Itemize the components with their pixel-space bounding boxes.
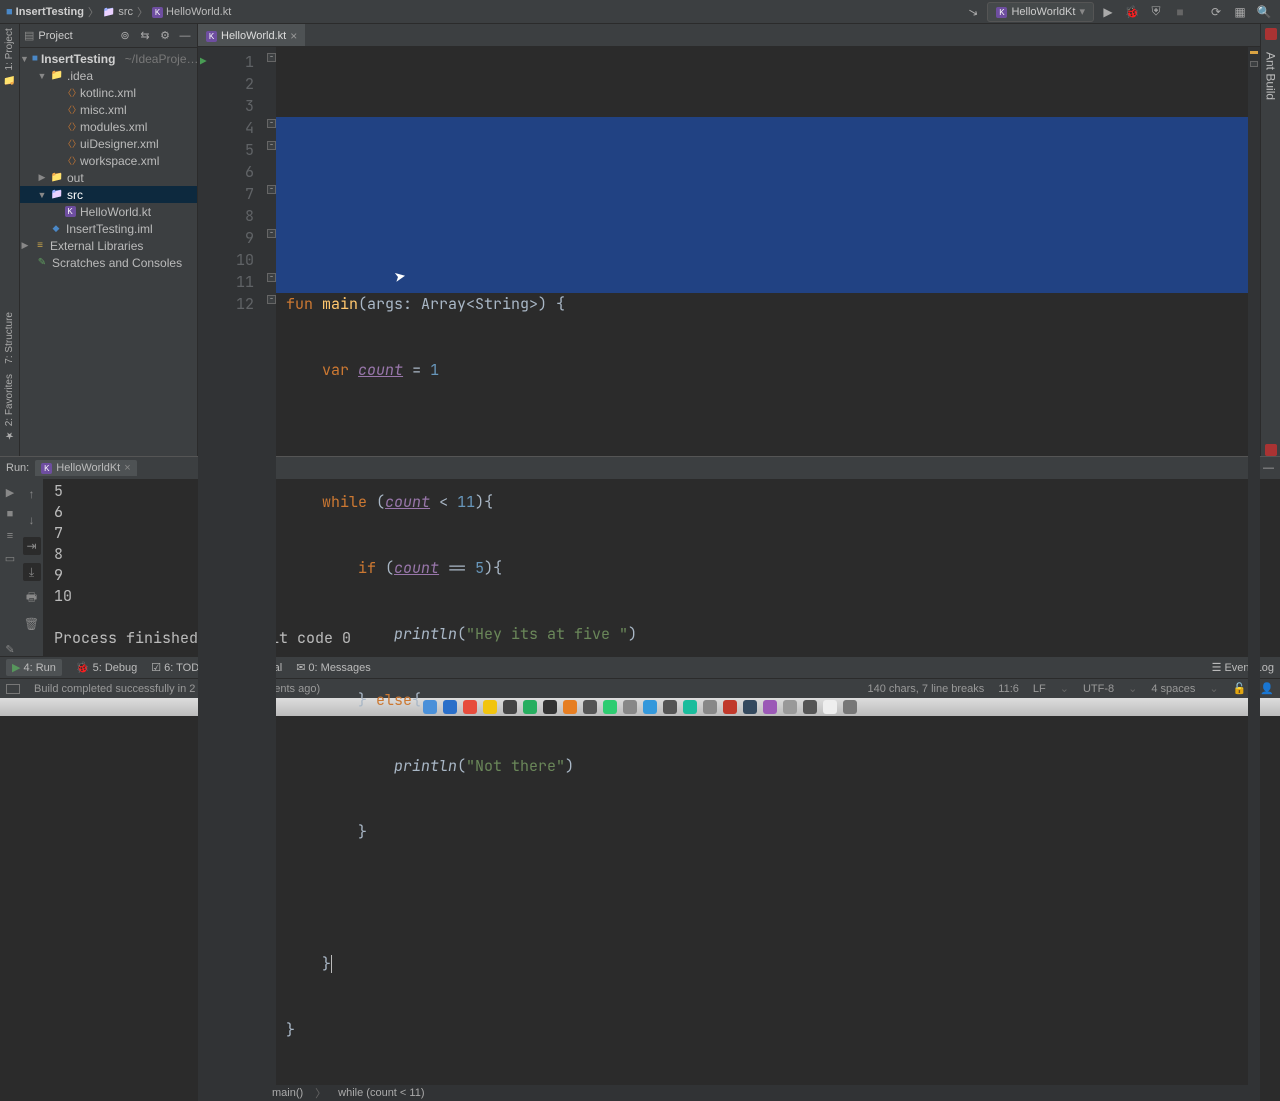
rerun-button[interactable]: ▶	[3, 485, 17, 499]
build-icon[interactable]: ↘	[961, 0, 985, 24]
breadcrumb[interactable]: InsertTesting 〉 src 〉 HelloWorld.kt	[6, 4, 231, 20]
gutter-folding[interactable]: - - - - - - -	[262, 47, 276, 1085]
down-button[interactable]: ↓	[23, 511, 41, 529]
ant-build-button[interactable]: Ant Build	[1264, 52, 1278, 100]
project-tool-header: ▤ Project ⊚ ⇆ ⚙ —	[20, 24, 197, 48]
close-icon[interactable]: ×	[290, 29, 297, 43]
hector-icon[interactable]: 👤	[1260, 682, 1274, 695]
line-numbers: 123 456 789 101112	[216, 47, 262, 1085]
run-label: Run:	[6, 462, 29, 474]
ide-settings-button[interactable]: ▦	[1230, 2, 1250, 22]
soft-wrap-button[interactable]: ⇥	[23, 537, 41, 555]
search-everywhere-button[interactable]: 🔍	[1254, 2, 1274, 22]
breadcrumb-folder[interactable]: src	[118, 6, 133, 18]
coverage-button[interactable]: ⛨	[1146, 2, 1166, 22]
stop-button[interactable]: ■	[1170, 2, 1190, 22]
code-content[interactable]: fun main(args: Array<String>) { var coun…	[276, 47, 1248, 1085]
tree-node-helloworld: HelloWorld.kt	[20, 203, 197, 220]
minimize-icon[interactable]: —	[1263, 462, 1274, 474]
select-opened-file-icon[interactable]: ⊚	[117, 28, 133, 44]
settings-icon[interactable]: ⚙	[157, 28, 173, 44]
run-actions-2: ↑ ↓ ⇥ ⤓ 🖶 🗑	[20, 479, 44, 656]
run-config-selector[interactable]: HelloWorldKt▾	[987, 2, 1094, 22]
right-tool-stripe: Ant Build	[1260, 24, 1280, 456]
toggle-toolwindows-icon[interactable]	[6, 684, 20, 694]
toolbar: ↘ HelloWorldKt▾ ▶ 🐞 ⛨ ■ ⟳ ▦ 🔍	[963, 2, 1274, 22]
collapse-icon[interactable]: —	[177, 28, 193, 44]
clear-button[interactable]: 🗑	[23, 615, 41, 633]
editor-area: HelloWorld.kt× ▶ 123 456 789 101112 - - …	[198, 24, 1260, 456]
scroll-to-end-button[interactable]: ⤓	[23, 563, 41, 581]
update-button[interactable]: ⟳	[1206, 2, 1226, 22]
maven-icon[interactable]	[1265, 28, 1277, 40]
breadcrumb-file[interactable]: HelloWorld.kt	[166, 6, 231, 18]
dump-button[interactable]: ≡	[3, 529, 17, 543]
project-title[interactable]: Project	[38, 30, 113, 42]
tree-node-src: ▼src	[20, 186, 197, 203]
main-split: 📁1: Project 7: Structure ★2: Favorites ▤…	[0, 24, 1280, 456]
print-button[interactable]: 🖶	[23, 589, 41, 607]
error-stripe[interactable]	[1248, 47, 1260, 1085]
navigation-bar: InsertTesting 〉 src 〉 HelloWorld.kt ↘ He…	[0, 0, 1280, 24]
structure-tool-button[interactable]: 7: Structure	[4, 312, 15, 364]
breadcrumb-project[interactable]: InsertTesting	[16, 6, 84, 18]
project-tool-window: ▤ Project ⊚ ⇆ ⚙ — ▼InsertTesting ~/IdeaP…	[20, 24, 198, 456]
run-button[interactable]: ▶	[1098, 2, 1118, 22]
run-tool-button[interactable]: ▶4: Run	[6, 659, 62, 676]
expand-all-icon[interactable]: ⇆	[137, 28, 153, 44]
favorites-tool-button[interactable]: ★2: Favorites	[4, 374, 15, 440]
pin-button[interactable]: ✎	[3, 642, 17, 656]
project-tool-button[interactable]: 📁1: Project	[4, 28, 15, 85]
editor-tab-helloworld[interactable]: HelloWorld.kt×	[198, 24, 305, 46]
run-tab[interactable]: HelloWorldKt×	[35, 460, 136, 476]
stop-button[interactable]: ■	[3, 507, 17, 521]
layout-button[interactable]: ▭	[3, 551, 17, 565]
gutter-run-marks[interactable]: ▶	[198, 47, 216, 1085]
run-actions-1: ▶ ■ ≡ ▭ ✎	[0, 479, 20, 656]
code-editor[interactable]: ▶ 123 456 789 101112 - - - - - - -	[198, 47, 1260, 1085]
debug-button[interactable]: 🐞	[1122, 2, 1142, 22]
text-cursor	[331, 955, 332, 973]
project-tree[interactable]: ▼InsertTesting ~/IdeaProje… ▼.idea kotli…	[20, 48, 197, 456]
up-button[interactable]: ↑	[23, 485, 41, 503]
debug-tool-button[interactable]: 🐞5: Debug	[76, 661, 137, 674]
editor-breadcrumb[interactable]: main()〉while (count < 11)	[198, 1085, 1260, 1101]
run-gutter-icon: ▶	[200, 51, 207, 73]
left-tool-stripe: 📁1: Project 7: Structure ★2: Favorites	[0, 24, 20, 456]
maven-icon-2[interactable]	[1265, 444, 1277, 456]
editor-tabs: HelloWorld.kt×	[198, 24, 1260, 47]
